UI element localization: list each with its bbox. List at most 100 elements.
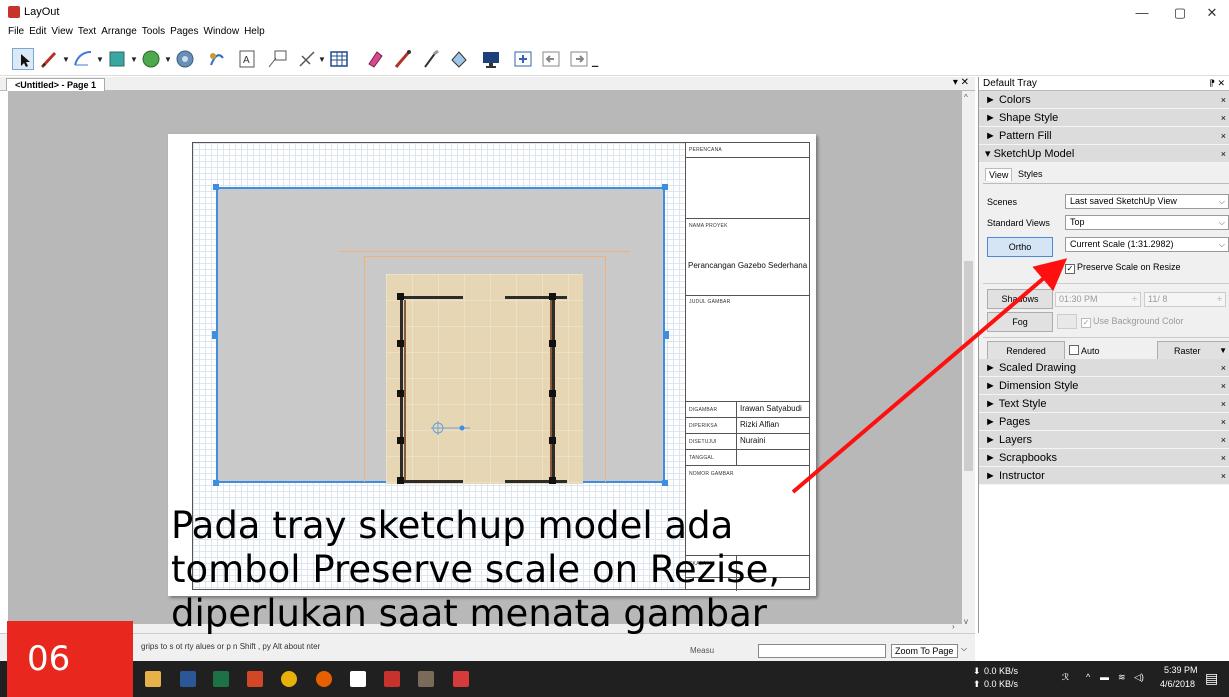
tab-styles[interactable]: Styles (1015, 168, 1046, 180)
panel-instructor[interactable]: ► Instructor × (979, 467, 1229, 485)
firefox-icon[interactable] (316, 671, 332, 687)
clock-time[interactable]: 5:39 PM (1164, 665, 1198, 675)
word-icon[interactable] (180, 671, 196, 687)
shadows-button[interactable]: Shadows (987, 289, 1053, 309)
panel-shape-style[interactable]: ► Shape Style × (979, 109, 1229, 127)
panel-pages[interactable]: ► Pages × (979, 413, 1229, 431)
rectangle-dropdown-icon[interactable]: ▼ (130, 55, 138, 64)
zoom-dropdown[interactable]: Zoom To Page (891, 644, 958, 658)
close-icon[interactable]: × (1221, 359, 1226, 377)
ortho-button[interactable]: Ortho (987, 237, 1053, 257)
resize-grip-bottom-left[interactable] (213, 480, 219, 486)
panel-scaled-drawing[interactable]: ► Scaled Drawing × (979, 359, 1229, 377)
resize-grip-left[interactable] (212, 331, 216, 339)
document-tab[interactable]: <Untitled> - Page 1 (6, 78, 106, 91)
layout-icon[interactable] (384, 671, 400, 687)
panel-colors[interactable]: ► Colors × (979, 91, 1229, 109)
excel-icon[interactable] (213, 671, 229, 687)
menu-view[interactable]: View (51, 26, 73, 40)
use-background-color-checkbox[interactable]: ✓ Use Background Color (1081, 316, 1184, 328)
join-tool-icon[interactable] (448, 48, 470, 70)
close-icon[interactable]: × (1221, 145, 1226, 163)
standard-views-dropdown[interactable]: Top ⌵ (1065, 215, 1229, 230)
previous-page-icon[interactable] (540, 48, 562, 70)
vertical-scroll-thumb[interactable] (964, 261, 973, 471)
presentation-icon[interactable] (480, 48, 502, 70)
battery-icon[interactable]: ▬ (1100, 672, 1109, 682)
shadow-time-field[interactable]: 01:30 PM ÷ (1055, 292, 1141, 307)
dimension-tool-icon[interactable] (296, 48, 318, 70)
measurements-input[interactable] (758, 644, 886, 658)
scenes-dropdown[interactable]: Last saved SketchUp View ⌵ (1065, 194, 1229, 209)
scroll-right-icon[interactable]: › (952, 622, 955, 631)
menu-arrange[interactable]: Arrange (101, 26, 137, 40)
text-tool-icon[interactable]: A (236, 48, 258, 70)
close-icon[interactable]: × (1221, 467, 1226, 485)
label-tool-icon[interactable] (266, 48, 288, 70)
panel-layers[interactable]: ► Layers × (979, 431, 1229, 449)
panel-sketchup-model[interactable]: ▾ SketchUp Model × (979, 145, 1229, 163)
close-window-button[interactable]: ✕ (1200, 3, 1224, 23)
panel-scrapbooks[interactable]: ► Scrapbooks × (979, 449, 1229, 467)
style-builder-icon[interactable] (418, 671, 434, 687)
minimize-button[interactable]: — (1130, 3, 1154, 23)
maximize-button[interactable]: ▢ (1168, 3, 1192, 23)
notification-icon[interactable]: ▤ (1205, 670, 1218, 687)
menu-text[interactable]: Text (78, 26, 96, 40)
powerpoint-icon[interactable] (247, 671, 263, 687)
panel-text-style[interactable]: ► Text Style × (979, 395, 1229, 413)
offset-tool-icon[interactable] (206, 48, 228, 70)
volume-icon[interactable]: ◁) (1134, 672, 1144, 683)
fog-color-swatch[interactable] (1057, 314, 1077, 329)
sketchup-icon[interactable] (350, 671, 366, 687)
close-icon[interactable]: × (1221, 431, 1226, 449)
scroll-up-icon[interactable]: ^ (964, 93, 968, 102)
next-page-icon[interactable] (568, 48, 590, 70)
close-icon[interactable]: × (1221, 449, 1226, 467)
preserve-scale-checkbox[interactable]: ✓ Preserve Scale on Resize (1065, 262, 1181, 274)
close-icon[interactable]: × (1221, 395, 1226, 413)
arc-dropdown-icon[interactable]: ▼ (96, 55, 104, 64)
clock-date[interactable]: 4/6/2018 (1160, 679, 1195, 689)
canvas-vertical-scrollbar[interactable]: ^ v (962, 91, 975, 633)
scroll-down-icon[interactable]: v (964, 617, 968, 626)
table-tool-icon[interactable] (328, 48, 350, 70)
menu-file[interactable]: File (8, 26, 24, 40)
rectangle-tool-icon[interactable] (106, 48, 128, 70)
split-tool-icon[interactable] (420, 48, 442, 70)
document-close-controls[interactable]: ▾ ✕ (953, 77, 969, 88)
close-icon[interactable]: × (1221, 109, 1226, 127)
close-icon[interactable]: × (1221, 413, 1226, 431)
panel-dimension-style[interactable]: ► Dimension Style × (979, 377, 1229, 395)
rendered-button[interactable]: Rendered (987, 341, 1065, 361)
menu-window[interactable]: Window (204, 26, 240, 40)
eraser-tool-icon[interactable] (364, 48, 386, 70)
line-tool-icon[interactable] (38, 48, 60, 70)
wifi-icon[interactable]: ≋ (1118, 672, 1126, 683)
resize-grip-top-right[interactable] (662, 184, 668, 190)
dimension-dropdown-icon[interactable]: ▼ (318, 55, 326, 64)
chevron-down-icon[interactable]: ⌵ (961, 644, 967, 654)
style-tool-icon[interactable] (392, 48, 414, 70)
circle-dropdown-icon[interactable]: ▼ (164, 55, 172, 64)
tab-view[interactable]: View (985, 168, 1013, 181)
close-icon[interactable]: × (1221, 91, 1226, 109)
menu-tools[interactable]: Tools (142, 26, 165, 40)
scale-dropdown[interactable]: Current Scale (1:31.2982) ⌵ (1065, 237, 1229, 252)
arc-tool-icon[interactable] (72, 48, 94, 70)
toolbar-overflow-icon[interactable]: ▁ (592, 58, 598, 67)
file-explorer-icon[interactable] (145, 671, 161, 687)
tray-chevron-icon[interactable]: ^ (1086, 672, 1090, 682)
menu-help[interactable]: Help (244, 26, 265, 40)
resize-grip-bottom-right[interactable] (662, 480, 668, 486)
auto-checkbox[interactable]: Auto (1069, 345, 1100, 356)
render-mode-dropdown[interactable]: Raster ▼ (1157, 341, 1229, 361)
close-icon[interactable]: × (1221, 377, 1226, 395)
panel-pattern-fill[interactable]: ► Pattern Fill × (979, 127, 1229, 145)
close-icon[interactable]: × (1221, 127, 1226, 145)
resize-grip-top-left[interactable] (213, 184, 219, 190)
select-tool-icon[interactable] (12, 48, 34, 70)
chrome-icon[interactable] (281, 671, 297, 687)
line-dropdown-icon[interactable]: ▼ (62, 55, 70, 64)
shadow-date-field[interactable]: 11/ 8 ÷ (1144, 292, 1226, 307)
